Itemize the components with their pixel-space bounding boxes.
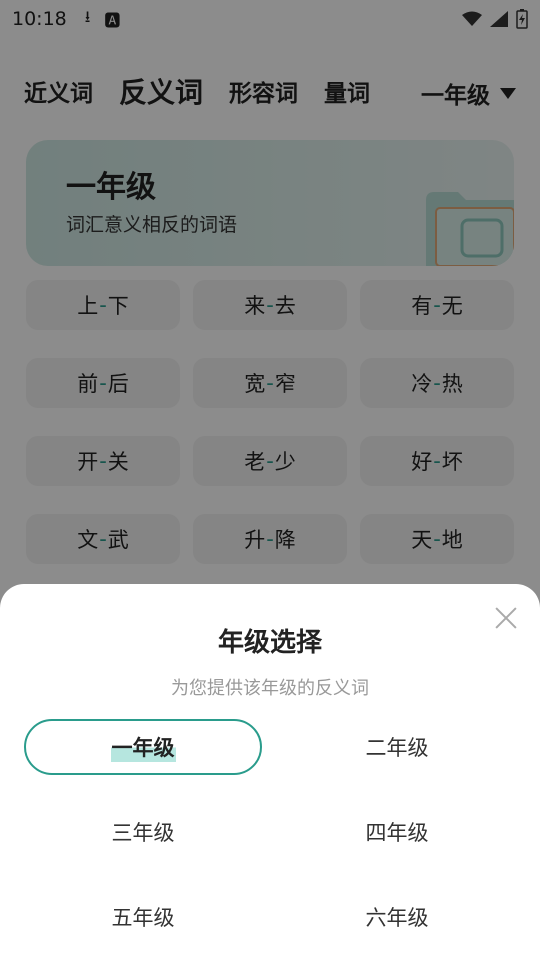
- grade-option-2[interactable]: 二年级: [278, 719, 516, 775]
- sheet-title: 年级选择: [217, 628, 322, 658]
- grade-option-4[interactable]: 四年级: [278, 804, 516, 860]
- grade-option-5[interactable]: 五年级: [24, 889, 262, 945]
- grade-picker-sheet: 年级选择 为您提供该年级的反义词 一年级 二年级 三年级 四年级 五年级 六年级: [0, 584, 540, 960]
- grade-option-6[interactable]: 六年级: [278, 889, 516, 945]
- grade-option-3[interactable]: 三年级: [24, 804, 262, 860]
- grade-option-1[interactable]: 一年级: [24, 719, 262, 775]
- sheet-subtitle: 为您提供该年级的反义词: [171, 678, 369, 699]
